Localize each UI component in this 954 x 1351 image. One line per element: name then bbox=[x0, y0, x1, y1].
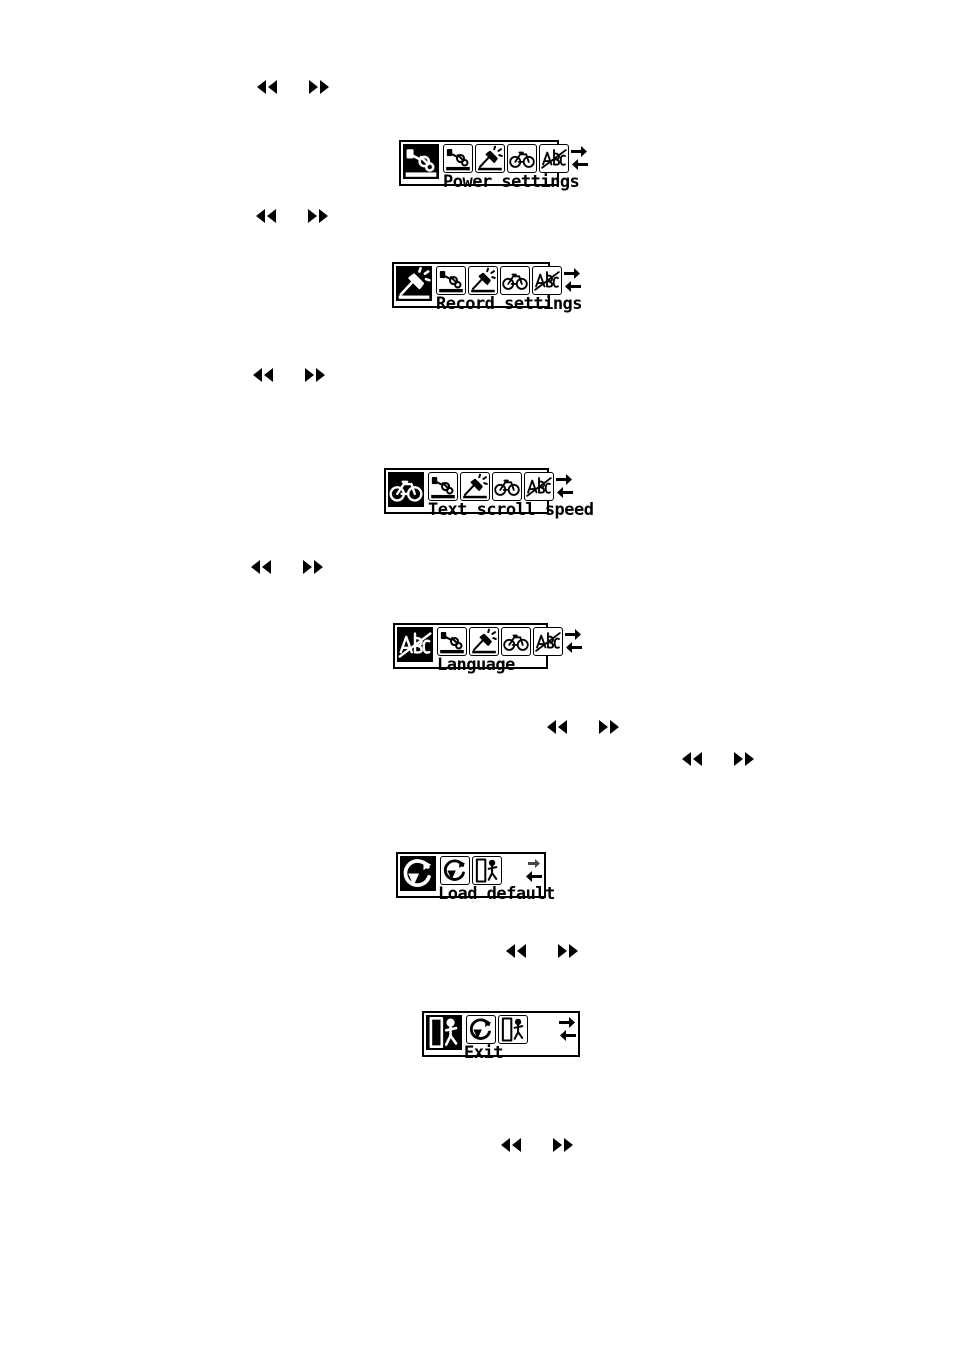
abc-language-icon[interactable] bbox=[524, 472, 554, 501]
screen-scroll-arrows bbox=[557, 1015, 576, 1042]
fast-forward-icon[interactable] bbox=[302, 558, 324, 576]
nav-pair-7 bbox=[505, 942, 579, 960]
rewind-icon[interactable] bbox=[256, 78, 278, 96]
power-plug-icon[interactable] bbox=[443, 144, 473, 173]
screen-scroll-arrows bbox=[562, 266, 581, 293]
screen-icon-strip bbox=[437, 627, 563, 656]
arrow-left-icon[interactable] bbox=[565, 641, 582, 654]
arrow-right-icon[interactable] bbox=[565, 628, 582, 641]
arrow-right-icon[interactable] bbox=[571, 145, 588, 158]
nav-pair-3 bbox=[252, 366, 326, 384]
fast-forward-icon[interactable] bbox=[598, 718, 620, 736]
bicycle-icon-selected[interactable] bbox=[388, 472, 424, 507]
arrow-right-icon[interactable] bbox=[559, 1016, 576, 1029]
abc-language-icon[interactable] bbox=[539, 144, 569, 173]
arrow-right-icon[interactable] bbox=[564, 267, 581, 280]
exit-door-icon[interactable] bbox=[472, 856, 502, 885]
power-plug-icon-selected[interactable] bbox=[403, 144, 439, 179]
abc-language-icon[interactable] bbox=[532, 266, 562, 295]
power-plug-icon[interactable] bbox=[437, 627, 467, 656]
screen-scroll-arrows bbox=[563, 627, 582, 654]
rewind-icon[interactable] bbox=[546, 718, 568, 736]
exit-door-icon-selected[interactable] bbox=[426, 1015, 462, 1050]
arrow-left-icon[interactable] bbox=[564, 280, 581, 293]
arrow-right-small-icon[interactable] bbox=[525, 857, 542, 870]
screen-scroll-arrows bbox=[569, 144, 588, 171]
screen-icon-row bbox=[403, 144, 588, 179]
screen-icon-row bbox=[396, 266, 581, 301]
fast-forward-icon[interactable] bbox=[308, 78, 330, 96]
screen-label: Record settings bbox=[436, 294, 583, 314]
screen-label: Language bbox=[437, 655, 515, 675]
reset-loop-icon[interactable] bbox=[466, 1015, 496, 1044]
screen-icon-strip bbox=[428, 472, 554, 501]
fast-forward-icon[interactable] bbox=[733, 750, 755, 768]
record-pen-icon[interactable] bbox=[475, 144, 505, 173]
screen-power-settings[interactable]: Power settings bbox=[399, 140, 588, 191]
screen-load-default[interactable]: Load default bbox=[396, 852, 555, 903]
rewind-icon[interactable] bbox=[255, 207, 277, 225]
record-pen-icon-selected[interactable] bbox=[396, 266, 432, 301]
screen-record-settings[interactable]: Record settings bbox=[392, 262, 583, 313]
arrow-left-icon[interactable] bbox=[571, 158, 588, 171]
nav-pair-8 bbox=[500, 1136, 574, 1154]
reset-loop-icon-selected[interactable] bbox=[400, 856, 436, 891]
screen-icon-row bbox=[426, 1015, 576, 1050]
arrow-left-icon[interactable] bbox=[556, 486, 573, 499]
nav-pair-6 bbox=[681, 750, 755, 768]
arrow-right-icon[interactable] bbox=[556, 473, 573, 486]
abc-language-icon-selected[interactable] bbox=[397, 627, 433, 662]
rewind-icon[interactable] bbox=[252, 366, 274, 384]
fast-forward-icon[interactable] bbox=[307, 207, 329, 225]
screen-icon-strip bbox=[440, 856, 502, 885]
arrow-left-icon[interactable] bbox=[559, 1029, 576, 1042]
screen-exit[interactable]: Exit bbox=[422, 1011, 580, 1062]
screen-scroll-arrows bbox=[554, 472, 573, 499]
screen-label: Text scroll speed bbox=[428, 500, 594, 520]
bicycle-icon[interactable] bbox=[507, 144, 537, 173]
screen-icon-strip bbox=[443, 144, 569, 173]
rewind-icon[interactable] bbox=[500, 1136, 522, 1154]
screen-label: Exit bbox=[464, 1043, 503, 1063]
abc-language-icon[interactable] bbox=[533, 627, 563, 656]
nav-pair-4 bbox=[250, 558, 324, 576]
screen-icon-strip bbox=[466, 1015, 528, 1044]
screen-text-scroll-speed[interactable]: Text scroll speed bbox=[384, 468, 594, 519]
rewind-icon[interactable] bbox=[250, 558, 272, 576]
screen-icon-row bbox=[388, 472, 573, 507]
nav-pair-1 bbox=[256, 78, 330, 96]
rewind-icon[interactable] bbox=[505, 942, 527, 960]
screen-label: Load default bbox=[438, 884, 555, 904]
screen-language[interactable]: Language bbox=[393, 623, 582, 674]
power-plug-icon[interactable] bbox=[436, 266, 466, 295]
record-pen-icon[interactable] bbox=[460, 472, 490, 501]
nav-pair-5 bbox=[546, 718, 620, 736]
arrow-left-icon[interactable] bbox=[525, 870, 542, 883]
screen-icon-row bbox=[397, 627, 582, 662]
screen-icon-row bbox=[400, 856, 542, 891]
record-pen-icon[interactable] bbox=[469, 627, 499, 656]
screen-label: Power settings bbox=[443, 172, 580, 192]
bicycle-icon[interactable] bbox=[501, 627, 531, 656]
bicycle-icon[interactable] bbox=[500, 266, 530, 295]
power-plug-icon[interactable] bbox=[428, 472, 458, 501]
rewind-icon[interactable] bbox=[681, 750, 703, 768]
screen-icon-strip bbox=[436, 266, 562, 295]
fast-forward-icon[interactable] bbox=[552, 1136, 574, 1154]
fast-forward-icon[interactable] bbox=[304, 366, 326, 384]
exit-door-icon[interactable] bbox=[498, 1015, 528, 1044]
reset-loop-icon[interactable] bbox=[440, 856, 470, 885]
record-pen-icon[interactable] bbox=[468, 266, 498, 295]
bicycle-icon[interactable] bbox=[492, 472, 522, 501]
nav-pair-2 bbox=[255, 207, 329, 225]
fast-forward-icon[interactable] bbox=[557, 942, 579, 960]
screen-scroll-arrows bbox=[523, 856, 542, 883]
